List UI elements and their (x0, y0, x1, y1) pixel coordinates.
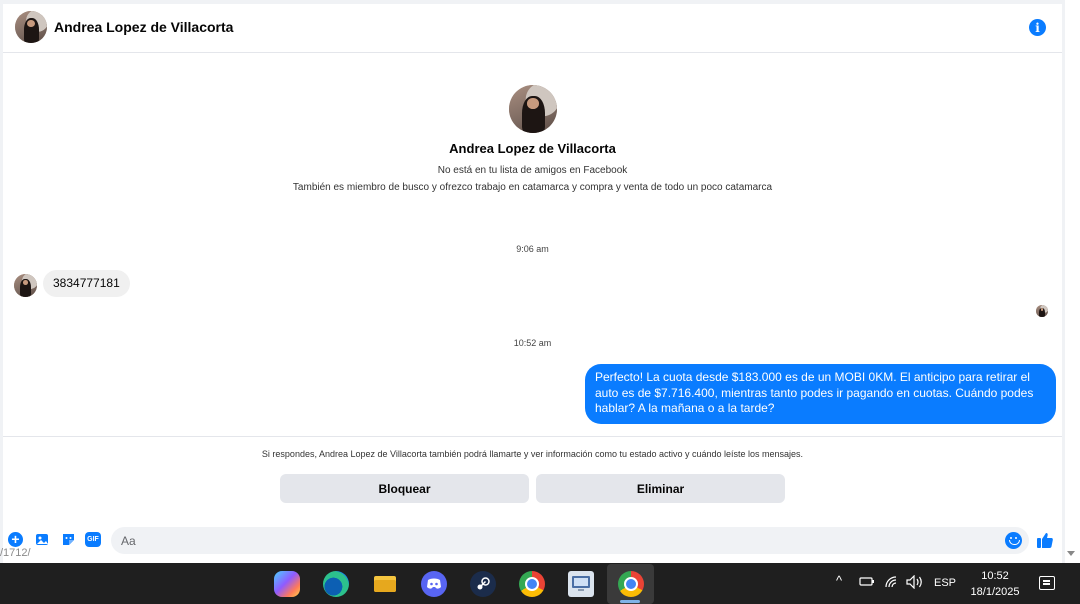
scrollbar[interactable] (1065, 0, 1080, 563)
block-button[interactable]: Bloquear (280, 474, 529, 503)
delete-button[interactable]: Eliminar (536, 474, 785, 503)
remote-desktop-icon[interactable] (568, 571, 594, 597)
clock-date: 18/1/2025 (970, 586, 1020, 598)
sticker-icon[interactable] (61, 532, 76, 547)
frame-left (0, 0, 3, 563)
outgoing-message[interactable]: Perfecto! La cuota desde $183.000 es de … (585, 364, 1056, 424)
message-composer[interactable] (111, 527, 1029, 554)
wifi-icon[interactable] (884, 575, 900, 592)
battery-icon[interactable] (859, 575, 875, 590)
active-app-indicator (620, 600, 640, 603)
message-timestamp: 10:52 am (513, 338, 552, 348)
steam-icon[interactable] (470, 571, 496, 597)
system-clock[interactable]: 10:52 18/1/2025 (966, 568, 1024, 600)
gif-icon[interactable]: GIF (85, 532, 101, 547)
friend-status-text: No está en tu lista de amigos en Faceboo… (437, 165, 628, 176)
chrome-profile-icon[interactable] (618, 571, 644, 597)
info-icon[interactable]: i (1029, 19, 1046, 36)
divider (3, 436, 1062, 437)
clock-time: 10:52 (981, 570, 1009, 582)
plus-icon[interactable]: + (8, 532, 23, 547)
photo-icon[interactable] (35, 532, 50, 547)
scroll-down-arrow-icon[interactable] (1067, 551, 1075, 556)
language-indicator[interactable]: ESP (934, 577, 956, 589)
thumbs-up-icon[interactable] (1036, 531, 1054, 549)
discord-icon[interactable] (421, 571, 447, 597)
chevron-up-icon[interactable]: ^ (836, 573, 842, 588)
copilot-icon[interactable] (274, 571, 300, 597)
message-input[interactable] (121, 527, 991, 554)
emoji-icon[interactable] (1005, 532, 1022, 549)
chrome-icon[interactable] (519, 571, 545, 597)
message-timestamp: 9:06 am (516, 244, 549, 254)
request-notice: Si respondes, Andrea Lopez de Villacorta… (261, 449, 804, 459)
chat-header: Andrea Lopez de Villacorta i (3, 4, 1062, 53)
notification-icon[interactable] (1039, 576, 1055, 590)
incoming-message[interactable]: 3834777181 (43, 270, 130, 297)
contact-avatar[interactable] (15, 11, 47, 43)
status-url: /1712/ (0, 547, 31, 559)
screen: Andrea Lopez de Villacorta i Andrea Lope… (0, 0, 1080, 604)
edge-icon[interactable] (323, 571, 349, 597)
group-membership-text: También es miembro de busco y ofrezco tr… (292, 182, 773, 193)
profile-name[interactable]: Andrea Lopez de Villacorta (0, 141, 1065, 156)
sender-avatar[interactable] (14, 274, 37, 297)
seen-indicator-avatar (1036, 305, 1048, 317)
volume-icon[interactable] (906, 574, 924, 592)
profile-avatar[interactable] (509, 85, 557, 133)
file-explorer-icon[interactable] (372, 571, 398, 597)
contact-name[interactable]: Andrea Lopez de Villacorta (54, 19, 233, 35)
